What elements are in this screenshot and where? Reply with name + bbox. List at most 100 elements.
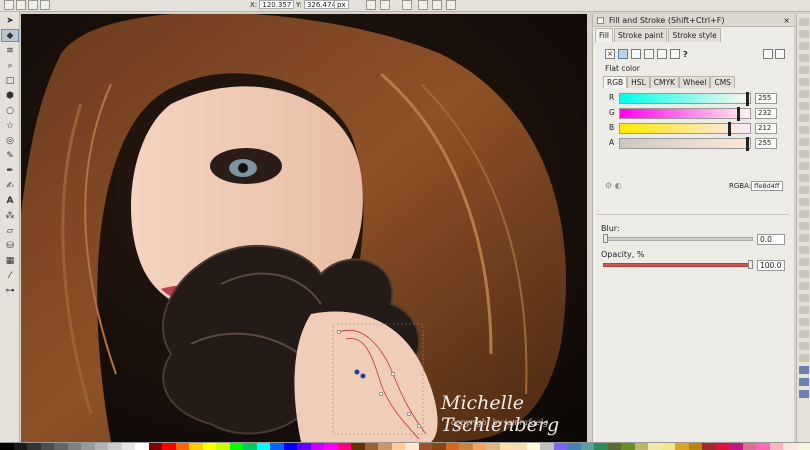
tab-stroke-paint[interactable]: Stroke paint xyxy=(614,28,668,42)
xml-editor-icon[interactable] xyxy=(799,390,809,398)
palette-swatch[interactable] xyxy=(783,443,797,450)
slider-g[interactable] xyxy=(619,107,751,121)
selector-tool-icon[interactable]: ➤ xyxy=(1,14,19,27)
snap-text-icon[interactable] xyxy=(799,162,809,170)
snap-baseline-icon[interactable] xyxy=(799,258,809,266)
palette-swatch[interactable] xyxy=(67,443,81,450)
snap-bbox-midpoint-icon[interactable] xyxy=(799,306,809,314)
palette-swatch[interactable] xyxy=(256,443,270,450)
palette-swatch[interactable] xyxy=(715,443,729,450)
unit-select[interactable]: px xyxy=(334,0,349,10)
slider-b[interactable] xyxy=(619,122,751,136)
layers-icon[interactable] xyxy=(799,366,809,374)
dropper-tool-icon[interactable]: ⁄ xyxy=(1,269,19,282)
clip-path-icon[interactable] xyxy=(418,0,428,10)
palette-swatch[interactable] xyxy=(418,443,432,450)
snap-page-border-icon[interactable] xyxy=(799,342,809,350)
slider-knob-g[interactable] xyxy=(737,107,740,121)
palette-swatch[interactable] xyxy=(40,443,54,450)
node-cusp-icon[interactable] xyxy=(28,0,38,10)
next-path-effect-icon[interactable] xyxy=(402,0,412,10)
pencil-tool-icon[interactable]: ✎ xyxy=(1,149,19,162)
close-icon[interactable]: × xyxy=(783,14,790,27)
palette-swatch[interactable] xyxy=(742,443,756,450)
palette-swatch[interactable] xyxy=(54,443,68,450)
palette-swatch[interactable] xyxy=(162,443,176,450)
palette-swatch[interactable] xyxy=(594,443,608,450)
spray-tool-icon[interactable]: ⁂ xyxy=(1,209,19,222)
tab-cmyk[interactable]: CMYK xyxy=(649,76,679,88)
value-input-r[interactable]: 255 xyxy=(755,93,777,104)
tab-rgb[interactable]: RGB xyxy=(603,76,628,88)
slider-a[interactable] xyxy=(619,137,751,151)
value-input-g[interactable]: 232 xyxy=(755,108,777,119)
palette-swatch[interactable] xyxy=(175,443,189,450)
slider-knob-a[interactable] xyxy=(746,137,749,151)
palette-swatch[interactable] xyxy=(729,443,743,450)
palette-swatch[interactable] xyxy=(540,443,554,450)
node-join-icon[interactable] xyxy=(4,0,14,10)
ellipse-tool-icon[interactable]: ○ xyxy=(1,104,19,117)
tab-hsl[interactable]: HSL xyxy=(627,76,650,88)
node-break-icon[interactable] xyxy=(16,0,26,10)
swatch-icon[interactable] xyxy=(670,49,680,59)
connector-tool-icon[interactable]: ⊶ xyxy=(1,284,19,297)
palette-swatch[interactable] xyxy=(310,443,324,450)
snap-center-object-icon[interactable] xyxy=(799,270,809,278)
palette-swatch[interactable] xyxy=(351,443,365,450)
palette-swatch[interactable] xyxy=(364,443,378,450)
value-input-a[interactable]: 255 xyxy=(755,138,777,149)
snap-intersection-icon[interactable] xyxy=(799,114,809,122)
snap-toggle-icon[interactable] xyxy=(446,0,456,10)
snap-bbox-corner-icon[interactable] xyxy=(799,330,809,338)
snap-perpendicular-icon[interactable] xyxy=(799,198,809,206)
mask-icon[interactable] xyxy=(432,0,442,10)
palette-swatch[interactable] xyxy=(526,443,540,450)
calligraphy-tool-icon[interactable]: ✍ xyxy=(1,179,19,192)
palette-swatch[interactable] xyxy=(472,443,486,450)
palette-swatch[interactable] xyxy=(607,443,621,450)
zoom-tool-icon[interactable]: ⌕ xyxy=(1,59,19,72)
text-tool-icon[interactable]: A xyxy=(1,194,19,207)
rectangle-tool-icon[interactable]: □ xyxy=(1,74,19,87)
spiral-tool-icon[interactable]: ◎ xyxy=(1,134,19,147)
palette-swatch[interactable] xyxy=(567,443,581,450)
palette-swatch[interactable] xyxy=(513,443,527,450)
palette-swatch[interactable] xyxy=(229,443,243,450)
palette-swatch[interactable] xyxy=(216,443,230,450)
palette-swatch[interactable] xyxy=(81,443,95,450)
palette-swatch[interactable] xyxy=(499,443,513,450)
palette-swatch[interactable] xyxy=(148,443,162,450)
palette-swatch[interactable] xyxy=(135,443,149,450)
palette-swatch[interactable] xyxy=(94,443,108,450)
snap-center-icon[interactable] xyxy=(799,78,809,86)
snap-guide-icon[interactable] xyxy=(799,42,809,50)
snap-page-center-icon[interactable] xyxy=(799,354,809,362)
rgba-input[interactable]: ffe8d4ff xyxy=(751,181,783,191)
palette-swatch[interactable] xyxy=(243,443,257,450)
palette-swatch[interactable] xyxy=(391,443,405,450)
snap-mask-icon[interactable] xyxy=(799,246,809,254)
opacity-slider-knob[interactable] xyxy=(748,260,753,269)
palette-swatch[interactable] xyxy=(121,443,135,450)
palette-swatch[interactable] xyxy=(702,443,716,450)
palette-swatch[interactable] xyxy=(108,443,122,450)
panel-grip-icon[interactable] xyxy=(597,17,604,24)
node-tool-icon[interactable]: ◆ xyxy=(1,29,19,42)
palette-swatch[interactable] xyxy=(202,443,216,450)
snap-smooth-icon[interactable] xyxy=(799,138,809,146)
linear-gradient-icon[interactable] xyxy=(631,49,641,59)
tab-cms[interactable]: CMS xyxy=(710,76,735,88)
blur-input[interactable]: 0.0 xyxy=(757,234,785,245)
tweak-tool-icon[interactable]: ≋ xyxy=(1,44,19,57)
palette-swatch[interactable] xyxy=(378,443,392,450)
snap-rotation-icon[interactable] xyxy=(799,126,809,134)
no-paint-icon[interactable]: × xyxy=(605,49,615,59)
opacity-input[interactable]: 100.0 xyxy=(757,260,785,271)
slider-knob-r[interactable] xyxy=(746,92,749,106)
palette-swatch[interactable] xyxy=(297,443,311,450)
snap-nodes-icon[interactable] xyxy=(799,30,809,38)
palette-swatch[interactable] xyxy=(553,443,567,450)
palette-swatch[interactable] xyxy=(796,443,810,450)
objects-icon[interactable] xyxy=(799,378,809,386)
